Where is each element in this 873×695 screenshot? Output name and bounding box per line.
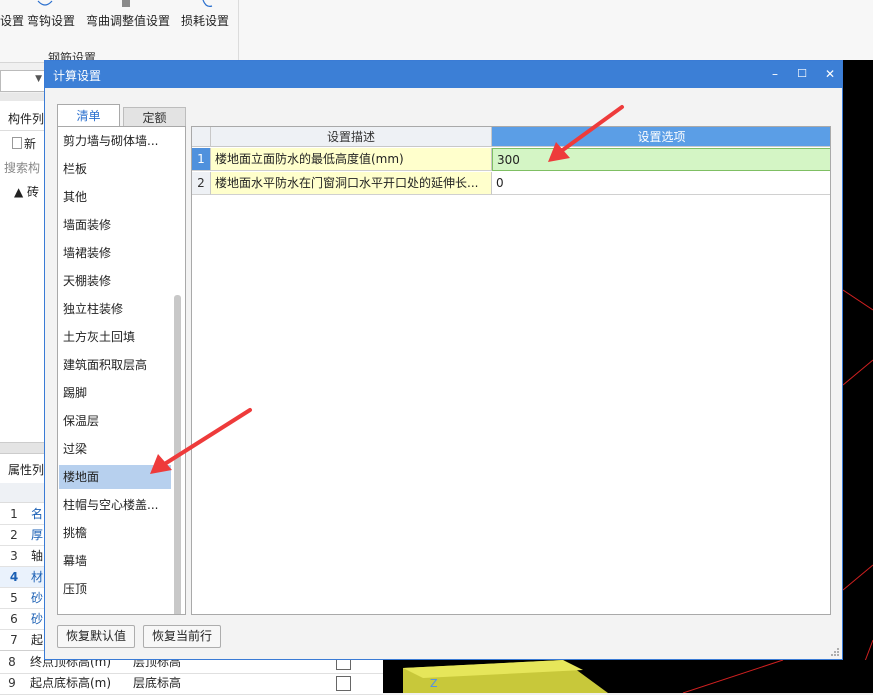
restore-current-row-button[interactable]: 恢复当前行 xyxy=(143,625,222,648)
list-item[interactable]: 过梁 xyxy=(59,437,171,461)
property-row[interactable]: 6砂 xyxy=(0,609,44,630)
settings-grid: 设置描述 设置选项 1 楼地面立面防水的最低高度值(mm) 300 2 楼地面水… xyxy=(191,126,831,615)
row-description: 楼地面立面防水的最低高度值(mm) xyxy=(211,148,492,171)
3d-viewport[interactable] xyxy=(843,60,873,693)
bend-adjust-settings-button[interactable]: 弯曲调整值设置 xyxy=(86,12,170,29)
adjust-icon xyxy=(122,0,130,7)
minimize-button[interactable]: – xyxy=(766,65,784,83)
table-row[interactable]: 2 楼地面水平防水在门窗洞口水平开口处的延伸长... 0 xyxy=(192,172,830,195)
ribbon: 设置 弯钩设置 弯曲调整值设置 损耗设置 钢筋设置 xyxy=(0,0,873,65)
table-row[interactable]: 1 楼地面立面防水的最低高度值(mm) 300 xyxy=(192,148,830,171)
loss-settings-button[interactable]: 损耗设置 xyxy=(181,12,229,29)
calc-settings-dialog: 计算设置 – ☐ ✕ 清单 定额 剪力墙与砌体墙... 栏板 其他 墙面装修 墙… xyxy=(44,60,843,660)
row-number: 2 xyxy=(192,172,211,195)
loss-icon xyxy=(202,0,213,7)
list-item[interactable]: 墙裙装修 xyxy=(59,241,171,265)
close-button[interactable]: ✕ xyxy=(821,65,839,83)
list-item[interactable]: 天棚装修 xyxy=(59,269,171,293)
list-item[interactable]: 土方灰土回填 xyxy=(59,325,171,349)
category-list: 剪力墙与砌体墙... 栏板 其他 墙面装修 墙裙装修 天棚装修 独立柱装修 土方… xyxy=(57,126,186,615)
floor-combo[interactable]: ▼ xyxy=(0,70,46,92)
tab-bill[interactable]: 清单 xyxy=(57,104,120,127)
resize-grip-icon[interactable] xyxy=(830,647,840,657)
3d-viewport-bottom[interactable]: Z xyxy=(383,660,873,693)
property-row[interactable]: 2厚 xyxy=(0,525,44,546)
property-row[interactable]: 4材 xyxy=(0,567,44,588)
viewport-lines xyxy=(843,289,873,693)
property-checkbox[interactable] xyxy=(336,676,351,691)
dialog-title: 计算设置 xyxy=(53,69,102,83)
row-value-input[interactable]: 0 xyxy=(492,172,830,195)
hook-settings-button[interactable]: 弯钩设置 xyxy=(27,12,75,29)
list-item[interactable]: 建筑面积取层高 xyxy=(59,353,171,377)
list-scrollbar[interactable] xyxy=(174,295,181,614)
list-item[interactable]: 幕墙 xyxy=(59,549,171,573)
dialog-titlebar[interactable]: 计算设置 – ☐ ✕ xyxy=(45,61,842,88)
list-item[interactable]: 其他 xyxy=(59,185,171,209)
tree-root-node[interactable]: ▲ 砖 xyxy=(14,181,39,203)
list-item[interactable]: 栏板 xyxy=(59,157,171,181)
property-row[interactable]: 7起 xyxy=(0,630,44,651)
list-item[interactable]: 踢脚 xyxy=(59,381,171,405)
row-number: 1 xyxy=(192,148,211,171)
column-header-option: 设置选项 xyxy=(492,127,830,147)
list-item[interactable]: 独立柱装修 xyxy=(59,297,171,321)
property-row[interactable]: 9 起点底标高(m) 层底标高 xyxy=(0,673,383,695)
ribbon-divider xyxy=(238,0,239,62)
svg-text:Z: Z xyxy=(430,677,438,690)
property-row[interactable]: 1名 xyxy=(0,504,44,525)
grid-corner xyxy=(192,127,211,147)
property-row[interactable]: 3轴 xyxy=(0,546,44,567)
hook-icon xyxy=(37,0,53,6)
new-icon[interactable] xyxy=(12,137,22,149)
list-item[interactable]: 剪力墙与砌体墙... xyxy=(59,129,171,153)
row-value-input[interactable]: 300 xyxy=(492,148,830,171)
list-item[interactable]: 保温层 xyxy=(59,409,171,433)
chevron-down-icon: ▼ xyxy=(35,74,42,84)
properties-list-title: 属性列 xyxy=(8,463,45,477)
ribbon-settings-button[interactable]: 设置 xyxy=(0,12,24,29)
maximize-button[interactable]: ☐ xyxy=(793,65,811,83)
component-list-title: 构件列 xyxy=(8,112,45,126)
component-search-input[interactable]: 搜索构 xyxy=(4,157,40,179)
property-row[interactable]: 5砂 xyxy=(0,588,44,609)
new-component-button[interactable]: 新 xyxy=(24,133,36,155)
list-item[interactable]: 墙面装修 xyxy=(59,213,171,237)
list-item-selected[interactable]: 楼地面 xyxy=(59,465,171,489)
tab-quota[interactable]: 定额 xyxy=(123,107,186,127)
left-panel: 构件列 新 搜索构 ▲ 砖 属性列 1名 2厚 3轴 4材 5砂 6砂 7起 xyxy=(0,93,45,693)
column-header-description: 设置描述 xyxy=(211,127,492,147)
viewport-shapes: Z xyxy=(403,660,784,693)
row-description: 楼地面水平防水在门窗洞口水平开口处的延伸长... xyxy=(211,172,492,195)
list-item[interactable]: 压顶 xyxy=(59,577,171,601)
restore-default-button[interactable]: 恢复默认值 xyxy=(57,625,136,648)
list-item[interactable]: 柱帽与空心楼盖... xyxy=(59,493,171,517)
list-item[interactable]: 挑檐 xyxy=(59,521,171,545)
